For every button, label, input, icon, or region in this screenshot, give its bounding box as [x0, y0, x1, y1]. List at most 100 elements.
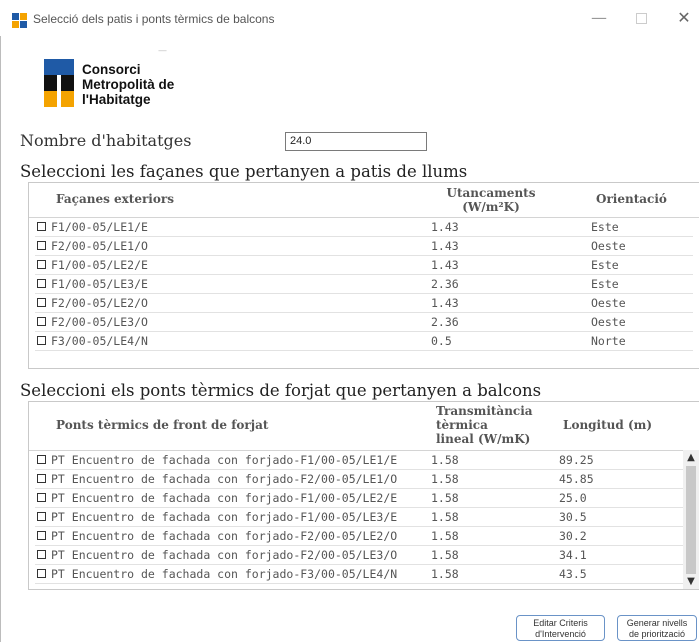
- generar-nivells-button[interactable]: Generar nivells de priorització: [617, 615, 697, 641]
- table-row[interactable]: F1/00-05/LE2/E 1.43 Este: [29, 256, 699, 275]
- button-label: d'Intervenció: [535, 629, 586, 639]
- cell-name: PT Encuentro de fachada con forjado-F3/0…: [51, 567, 398, 581]
- col-transmitancia: Transmitància tèrmica lineal (W/mK): [436, 404, 533, 446]
- col-orientacio: Orientació: [596, 192, 667, 206]
- button-label: Generar nivells: [626, 618, 688, 628]
- checkbox[interactable]: [37, 222, 46, 231]
- button-label: Editar Criteris: [533, 618, 588, 628]
- scroll-down-arrow-icon[interactable]: ▼: [683, 576, 699, 587]
- cell-psi: 1.58: [431, 453, 459, 467]
- table-row[interactable]: PT Encuentro de fachada con forjado-F1/0…: [29, 508, 699, 527]
- ponts-table-header: Ponts tèrmics de front de forjat Transmi…: [29, 402, 699, 451]
- cell-len: 30.5: [559, 510, 587, 524]
- cell-u: 0.5: [431, 334, 452, 348]
- table-row[interactable]: PT Encuentro de fachada con forjado-F2/0…: [29, 546, 699, 565]
- checkbox[interactable]: [37, 298, 46, 307]
- ponts-table-body: PT Encuentro de fachada con forjado-F1/0…: [29, 451, 699, 584]
- logo-text: Consorci Metropolità de l'Habitatge: [82, 62, 174, 107]
- ponts-scrollbar[interactable]: ▲ ▼: [683, 450, 699, 589]
- window-edge: [0, 36, 1, 642]
- cell-name: PT Encuentro de fachada con forjado-F2/0…: [51, 529, 398, 543]
- cell-orient: Este: [591, 258, 619, 272]
- cell-name: F2/00-05/LE3/O: [51, 315, 148, 329]
- title-bar: Selecció dels patis i ponts tèrmics de b…: [0, 0, 699, 36]
- cell-name: PT Encuentro de fachada con forjado-F1/0…: [51, 510, 398, 524]
- cell-orient: Oeste: [591, 296, 626, 310]
- table-row[interactable]: PT Encuentro de fachada con forjado-F2/0…: [29, 527, 699, 546]
- cell-name: F2/00-05/LE2/O: [51, 296, 148, 310]
- table-row[interactable]: F2/00-05/LE3/O 2.36 Oeste: [29, 313, 699, 332]
- cell-name: PT Encuentro de fachada con forjado-F2/0…: [51, 548, 398, 562]
- checkbox[interactable]: [37, 512, 46, 521]
- cell-name: PT Encuentro de fachada con forjado-F1/0…: [51, 453, 398, 467]
- checkbox[interactable]: [37, 550, 46, 559]
- cell-len: 43.5: [559, 567, 587, 581]
- logo-line: Consorci: [82, 62, 141, 77]
- table-row[interactable]: F3/00-05/LE4/N 0.5 Norte: [29, 332, 699, 351]
- cell-psi: 1.58: [431, 491, 459, 505]
- logo-mark: —: [158, 46, 167, 56]
- cell-psi: 1.58: [431, 472, 459, 486]
- checkbox[interactable]: [37, 531, 46, 540]
- maximize-icon[interactable]: [629, 8, 653, 28]
- logo-line: Metropolità de: [82, 77, 175, 92]
- cell-name: PT Encuentro de fachada con forjado-F2/0…: [51, 472, 398, 486]
- col-utancaments: Utancaments (W/m²K): [446, 186, 536, 214]
- editar-criteris-button[interactable]: Editar Criteris d'Intervenció: [516, 615, 605, 641]
- cell-len: 30.2: [559, 529, 587, 543]
- col-longitud: Longitud (m): [563, 418, 653, 432]
- checkbox[interactable]: [37, 569, 46, 578]
- cell-orient: Oeste: [591, 315, 626, 329]
- cell-u: 1.43: [431, 258, 459, 272]
- table-row[interactable]: PT Encuentro de fachada con forjado-F2/0…: [29, 470, 699, 489]
- table-row[interactable]: PT Encuentro de fachada con forjado-F3/0…: [29, 565, 699, 584]
- checkbox[interactable]: [37, 279, 46, 288]
- table-row[interactable]: PT Encuentro de fachada con forjado-F1/0…: [29, 489, 699, 508]
- cell-name: PT Encuentro de fachada con forjado-F1/0…: [51, 491, 398, 505]
- ponts-table: Ponts tèrmics de front de forjat Transmi…: [28, 401, 699, 590]
- table-row[interactable]: PT Encuentro de fachada con forjado-F1/0…: [29, 451, 699, 470]
- cell-len: 25.0: [559, 491, 587, 505]
- col-facanes: Façanes exteriors: [56, 192, 174, 206]
- checkbox[interactable]: [37, 455, 46, 464]
- scroll-up-arrow-icon[interactable]: ▲: [683, 452, 699, 463]
- cell-orient: Norte: [591, 334, 626, 348]
- table-row[interactable]: F1/00-05/LE3/E 2.36 Este: [29, 275, 699, 294]
- habitatges-label: Nombre d'habitatges: [20, 131, 192, 150]
- habitatges-input[interactable]: 24.0: [285, 132, 427, 151]
- cell-u: 1.43: [431, 220, 459, 234]
- checkbox[interactable]: [37, 474, 46, 483]
- cell-name: F1/00-05/LE1/E: [51, 220, 148, 234]
- scrollbar-thumb[interactable]: [686, 466, 696, 574]
- cell-psi: 1.58: [431, 510, 459, 524]
- checkbox[interactable]: [37, 260, 46, 269]
- button-label: de priorització: [628, 629, 686, 639]
- col-ponts: Ponts tèrmics de front de forjat: [56, 418, 269, 432]
- cell-name: F3/00-05/LE4/N: [51, 334, 148, 348]
- cell-len: 89.25: [559, 453, 594, 467]
- checkbox[interactable]: [37, 493, 46, 502]
- patis-table-header: Façanes exteriors Utancaments (W/m²K) Ori…: [29, 183, 699, 218]
- patis-table: Façanes exteriors Utancaments (W/m²K) Ori…: [28, 182, 699, 369]
- patis-table-body: F1/00-05/LE1/E 1.43 Este F2/00-05/LE1/O 1.43…: [29, 218, 699, 351]
- table-row[interactable]: F1/00-05/LE1/E 1.43 Este: [29, 218, 699, 237]
- logo-line: l'Habitatge: [82, 92, 151, 107]
- table-row[interactable]: F2/00-05/LE1/O 1.43 Oeste: [29, 237, 699, 256]
- cell-psi: 1.58: [431, 548, 459, 562]
- table-row[interactable]: F2/00-05/LE2/O 1.43 Oeste: [29, 294, 699, 313]
- app-icon: [12, 13, 27, 28]
- cell-orient: Este: [591, 277, 619, 291]
- close-icon[interactable]: ✕: [672, 8, 696, 28]
- cell-orient: Oeste: [591, 239, 626, 253]
- checkbox[interactable]: [37, 241, 46, 250]
- checkbox[interactable]: [37, 317, 46, 326]
- logo-icon: [44, 59, 74, 107]
- minimize-icon[interactable]: —: [587, 8, 611, 28]
- cell-u: 1.43: [431, 296, 459, 310]
- ponts-title: Seleccioni els ponts tèrmics de forjat q…: [20, 381, 542, 400]
- cell-u: 2.36: [431, 315, 459, 329]
- cell-len: 45.85: [559, 472, 594, 486]
- cell-u: 1.43: [431, 239, 459, 253]
- cell-name: F1/00-05/LE2/E: [51, 258, 148, 272]
- checkbox[interactable]: [37, 336, 46, 345]
